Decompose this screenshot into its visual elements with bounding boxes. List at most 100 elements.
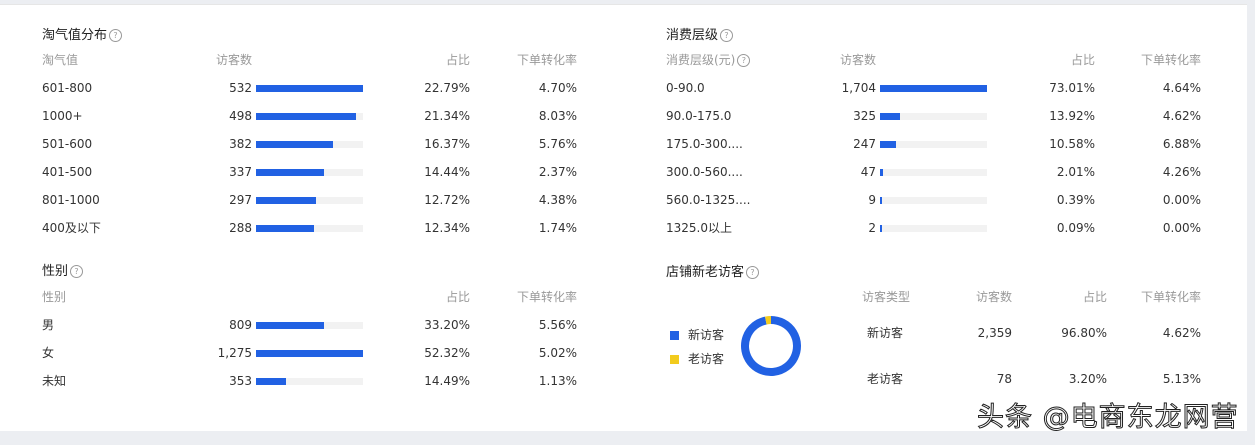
donut-slice-returning[interactable] [765, 316, 772, 325]
spend-header-count: 访客数 [839, 53, 876, 67]
spend-row-pct: 73.01% [1049, 81, 1095, 95]
section-title: 店铺新老访客 [666, 265, 745, 280]
donut-slice-new[interactable] [741, 316, 801, 376]
spend-row-conv: 0.00% [1162, 221, 1201, 235]
help-icon[interactable]: ? [720, 29, 734, 42]
gender-header-conv: 下单转化率 [516, 290, 577, 304]
taoqi-row-count: 297 [229, 193, 252, 207]
spend-row-conv: 4.64% [1162, 81, 1201, 95]
spend-row-count: 1,704 [841, 81, 876, 95]
visitors-row-count: 2,359 [977, 326, 1012, 340]
taoqi-row-label: 501-600 [42, 137, 93, 151]
taoqi-row-count: 532 [229, 81, 252, 95]
legend-swatch [670, 355, 679, 364]
bar-fill [256, 141, 333, 148]
bar-fill [880, 113, 901, 120]
help-icon[interactable]: ? [746, 266, 760, 279]
bar-fill [256, 113, 357, 120]
spend-row-conv: 0.00% [1162, 193, 1201, 207]
visitors-row-type: 老访客 [867, 372, 904, 386]
gender-row-label: 女 [42, 346, 55, 360]
spend-row-bar [880, 169, 987, 176]
help-icon[interactable]: ? [737, 54, 751, 67]
gender-row-count: 353 [229, 374, 252, 388]
taoqi-row-bar [256, 85, 363, 92]
visitors-header-conv: 下单转化率 [1140, 290, 1201, 304]
taoqi-row-count: 337 [229, 165, 252, 179]
taoqi-row-conv: 4.38% [538, 193, 577, 207]
taoqi-row-label: 801-1000 [42, 193, 100, 207]
gender-row-bar [256, 322, 363, 329]
visitors-header-type: 访客类型 [862, 290, 911, 304]
bar-fill [256, 169, 324, 176]
section-title: 消费层级 [666, 28, 719, 43]
bar-fill [256, 225, 314, 232]
spend-row-pct: 13.92% [1049, 109, 1095, 123]
taoqi-row-pct: 22.79% [424, 81, 470, 95]
taoqi-row-conv: 4.70% [538, 81, 577, 95]
section-title: 淘气值分布 [42, 28, 108, 43]
taoqi-row-pct: 14.44% [424, 165, 470, 179]
bar-fill [256, 350, 363, 357]
gender-header-pct: 占比 [445, 290, 470, 304]
watermark: 头条 @电商东龙网营 [977, 402, 1239, 434]
taoqi-header-count: 访客数 [215, 53, 252, 67]
gender-row-count: 1,275 [217, 346, 252, 360]
taoqi-row-pct: 12.34% [424, 221, 470, 235]
legend-label[interactable]: 老访客 [688, 352, 724, 366]
taoqi-row-label: 1000+ [42, 109, 83, 123]
spend-row-label: 1325.0以上 [666, 221, 732, 235]
bar-fill [256, 197, 316, 204]
visitors-header-count: 访客数 [975, 290, 1012, 304]
taoqi-row-bar [256, 169, 363, 176]
legend-swatch [670, 331, 679, 340]
spend-row-pct: 0.39% [1056, 193, 1095, 207]
spend-row-pct: 2.01% [1056, 165, 1095, 179]
taoqi-row-count: 382 [229, 137, 252, 151]
taoqi-row-count: 498 [229, 109, 252, 123]
spend-row-bar [880, 113, 987, 120]
gender-row-pct: 14.49% [424, 374, 470, 388]
help-icon[interactable]: ? [109, 29, 123, 42]
gender-row-pct: 52.32% [424, 346, 470, 360]
spend-row-label: 300.0-560.... [666, 165, 743, 179]
taoqi-row-bar [256, 113, 363, 120]
taoqi-header-label: 淘气值 [42, 53, 78, 67]
spend-row-bar [880, 85, 987, 92]
spend-row-label: 175.0-300.... [666, 137, 743, 151]
taoqi-row-conv: 1.74% [538, 221, 577, 235]
spend-title: 消费层级? [666, 28, 734, 43]
spend-row-label: 560.0-1325.... [666, 193, 751, 207]
taoqi-row-pct: 12.72% [424, 193, 470, 207]
bar-fill [256, 378, 286, 385]
spend-row-conv: 6.88% [1162, 137, 1201, 151]
gender-title: 性别? [42, 265, 84, 279]
legend-label[interactable]: 新访客 [688, 328, 724, 342]
gender-row-pct: 33.20% [424, 318, 470, 332]
spend-row-count: 47 [860, 165, 876, 179]
visitors-row-type: 新访客 [867, 326, 904, 340]
taoqi-row-conv: 8.03% [538, 109, 577, 123]
visitors-row-count: 78 [996, 372, 1012, 386]
visitors-row-pct: 96.80% [1061, 326, 1107, 340]
gender-header-label: 性别 [42, 290, 66, 304]
spend-row-conv: 4.62% [1162, 109, 1201, 123]
spend-row-bar [880, 141, 987, 148]
visitors-title: 店铺新老访客? [666, 265, 760, 280]
help-icon[interactable]: ? [70, 265, 84, 278]
taoqi-row-count: 288 [229, 221, 252, 235]
visitors-row-conv: 4.62% [1162, 326, 1201, 340]
taoqi-row-label: 400及以下 [42, 221, 101, 235]
taoqi-row-label: 601-800 [42, 81, 93, 95]
taoqi-row-label: 401-500 [42, 165, 93, 179]
bar-fill [880, 225, 882, 232]
gender-row-count: 809 [229, 318, 252, 332]
gender-row-label: 男 [42, 318, 55, 332]
gender-row-conv: 5.02% [538, 346, 577, 360]
visitors-row-conv: 5.13% [1162, 372, 1201, 386]
bar-fill [256, 85, 363, 92]
gender-row-conv: 1.13% [538, 374, 577, 388]
spend-row-label: 0-90.0 [666, 81, 705, 95]
taoqi-row-pct: 16.37% [424, 137, 470, 151]
spend-row-count: 325 [853, 109, 876, 123]
